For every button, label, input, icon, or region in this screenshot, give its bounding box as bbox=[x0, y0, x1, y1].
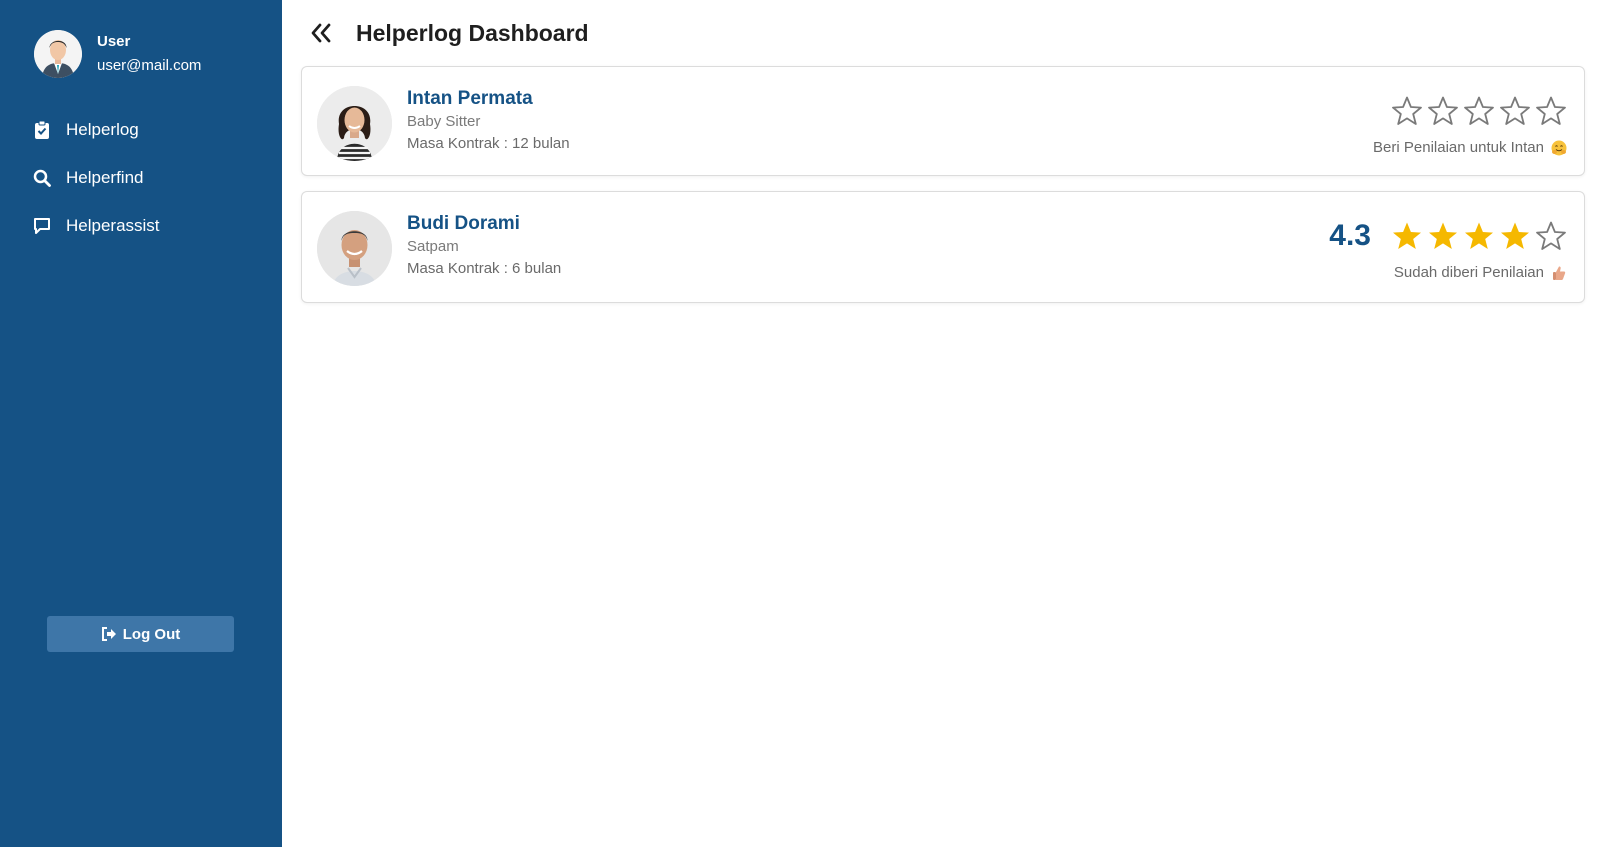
search-icon bbox=[32, 168, 52, 188]
sidebar-item-label: Helperfind bbox=[66, 168, 144, 187]
sidebar: User user@mail.com Helperlog Helperfind … bbox=[0, 0, 282, 847]
star-rating-input[interactable] bbox=[1373, 93, 1567, 129]
rating-score: 4.3 bbox=[1329, 219, 1371, 252]
sidebar-item-label: Helperassist bbox=[66, 216, 160, 235]
page-header: Helperlog Dashboard bbox=[310, 16, 589, 50]
star-empty-icon[interactable] bbox=[1499, 95, 1531, 127]
double-chevron-left-icon[interactable] bbox=[310, 21, 334, 45]
star-filled-icon bbox=[1501, 222, 1529, 249]
chat-bubble-icon bbox=[32, 216, 52, 236]
sidebar-item-helperlog[interactable]: Helperlog bbox=[32, 106, 160, 154]
helper-name[interactable]: Budi Dorami bbox=[407, 212, 561, 236]
helper-card: Intan Permata Baby Sitter Masa Kontrak :… bbox=[301, 66, 1585, 176]
star-empty-icon[interactable] bbox=[1463, 95, 1495, 127]
star-rating-display: 4.3 bbox=[1329, 218, 1567, 254]
rating-note: Sudah diberi Penilaian bbox=[1393, 264, 1544, 281]
helper-role: Satpam bbox=[407, 238, 459, 255]
hugging-face-emoji-icon bbox=[1551, 140, 1567, 156]
helper-name[interactable]: Intan Permata bbox=[407, 87, 570, 111]
logout-label: Log Out bbox=[122, 625, 181, 643]
user-profile: User user@mail.com bbox=[34, 30, 201, 78]
star-empty-icon bbox=[1536, 221, 1566, 250]
contract-duration: Masa Kontrak : 12 bulan bbox=[407, 135, 570, 152]
star-filled-icon bbox=[1429, 222, 1457, 249]
star-empty-icon[interactable] bbox=[1535, 95, 1567, 127]
sidebar-item-helperassist[interactable]: Helperassist bbox=[32, 202, 160, 250]
star-empty-icon[interactable] bbox=[1391, 95, 1423, 127]
star-filled-icon bbox=[1393, 222, 1421, 249]
user-name: User bbox=[97, 32, 131, 50]
rating-area: Beri Penilaian untuk Intan bbox=[1373, 93, 1567, 156]
helper-photo bbox=[317, 211, 392, 286]
logout-button[interactable]: Log Out bbox=[47, 616, 234, 652]
sidebar-nav: Helperlog Helperfind Helperassist bbox=[32, 106, 160, 250]
helper-photo bbox=[317, 86, 392, 161]
sidebar-item-helperfind[interactable]: Helperfind bbox=[32, 154, 160, 202]
star-filled-icon bbox=[1465, 222, 1493, 249]
user-email: user@mail.com bbox=[97, 56, 202, 74]
rating-area: 4.3 Sudah diberi Penilaian bbox=[1329, 218, 1567, 281]
helper-card: Budi Dorami Satpam Masa Kontrak : 6 bula… bbox=[301, 191, 1585, 303]
helper-role: Baby Sitter bbox=[407, 113, 481, 130]
page-title: Helperlog Dashboard bbox=[356, 19, 589, 46]
rating-note: Beri Penilaian untuk Intan bbox=[1373, 139, 1544, 156]
sidebar-item-label: Helperlog bbox=[66, 120, 139, 139]
thumbs-up-emoji-icon bbox=[1551, 265, 1567, 281]
contract-duration: Masa Kontrak : 6 bulan bbox=[407, 260, 562, 277]
avatar bbox=[34, 30, 82, 78]
sign-out-icon bbox=[101, 627, 117, 641]
star-empty-icon[interactable] bbox=[1427, 95, 1459, 127]
clipboard-check-icon bbox=[32, 120, 52, 140]
